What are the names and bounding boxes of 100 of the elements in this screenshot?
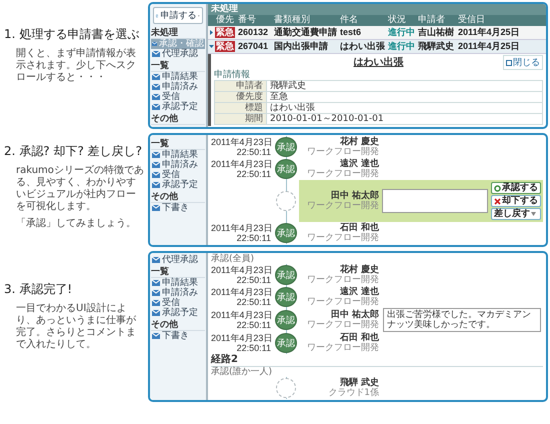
comment-text: 出張ご苦労様でした。マカデミアンナッツ美味しかったです。 <box>383 308 541 332</box>
table-cell-text: test6 <box>339 27 362 38</box>
sidebar-item[interactable]: 受信 <box>151 298 205 308</box>
approver-team: クラウド1係 <box>328 388 379 398</box>
sidebar-heading: 一覧 <box>151 267 205 278</box>
field-value: 飛騨武史 <box>266 80 542 92</box>
table-cell-text: はわい出張 <box>339 41 386 52</box>
sidebar-item[interactable]: 下書き <box>151 331 205 341</box>
table-cell-text: 2011年4月25日 <box>457 27 521 38</box>
comment-field[interactable] <box>382 189 488 213</box>
approver-team: ワークフロー開発 <box>307 233 379 243</box>
section-label: 申請情報 <box>214 70 251 80</box>
approver-team: ワークフロー開発 <box>307 169 379 179</box>
mail-icon <box>152 84 160 90</box>
reject-button[interactable]: 却下する <box>491 195 541 207</box>
field-label: 期間 <box>214 114 266 124</box>
column-header: 優先 <box>215 15 235 26</box>
sidebar-item[interactable]: 代理承認 <box>151 255 205 265</box>
column-header: 番号 <box>237 15 257 26</box>
sidebar-item[interactable]: 申請済み <box>151 288 205 298</box>
priority-badge: 緊急 <box>215 41 235 52</box>
table-cell-text: 進行中 <box>387 27 416 38</box>
mail-icon <box>152 333 160 339</box>
sidebar-item[interactable]: 承認予定 <box>151 180 205 190</box>
sidebar-heading: その他 <box>151 114 205 125</box>
return-button[interactable]: 差し戻す <box>491 208 541 220</box>
field-label: 標題 <box>214 102 266 114</box>
sidebar-heading: その他 <box>151 320 205 331</box>
table-cell-text: 通勤交通費申請 <box>273 27 338 38</box>
mail-icon <box>152 172 160 178</box>
sidebar-item[interactable]: 受信 <box>151 170 205 180</box>
mail-icon <box>152 152 160 158</box>
mail-icon <box>152 94 160 100</box>
approver-name: 遠沢 達也 <box>340 287 379 297</box>
sidebar-item[interactable]: 申請済み <box>151 82 205 92</box>
table-cell-text: 吉山祐樹 <box>417 27 455 38</box>
sidebar-item[interactable]: 下書き <box>151 203 205 213</box>
approve-button[interactable]: 承認する <box>491 182 541 194</box>
sidebar-item[interactable]: 申請結果 <box>151 72 205 82</box>
step-description: 開くと、まず申請情報が表示されます。少し下へスクロールすると・・・ <box>15 48 137 84</box>
mail-icon <box>152 162 160 168</box>
circle-icon <box>494 184 501 192</box>
pending-circle <box>276 191 296 211</box>
table-row[interactable]: 緊急 267041 国内出張申請 はわい出張 進行中 飛騨武史 2011年4月25日 <box>208 40 546 54</box>
pending-circle <box>276 378 296 398</box>
field-label: 申請者 <box>214 80 266 92</box>
column-header: 受信日 <box>457 15 486 26</box>
approval-stamp: 承認 <box>275 159 297 179</box>
apply-button[interactable]: 申請する <box>153 7 203 24</box>
approver-team: ワークフロー開発 <box>307 147 379 157</box>
table-row[interactable]: 緊急 260132 通勤交通費申請 test6 進行中 吉山祐樹 2011年4月25日 <box>208 26 546 40</box>
approver-name: 田中 祐太郎 <box>330 191 379 201</box>
mail-icon <box>152 104 160 110</box>
field-value: はわい出張 <box>266 102 542 114</box>
approver-team: ワークフロー開発 <box>307 320 379 330</box>
mail-icon <box>152 300 160 306</box>
approver-name: 石田 和也 <box>340 333 379 343</box>
sidebar-item[interactable]: 申請結果 <box>151 150 205 160</box>
approval-date: 2011年4月23日 22:50:11 <box>211 159 273 179</box>
mail-icon <box>152 74 160 80</box>
approver-team: ワークフロー開発 <box>307 275 379 285</box>
approval-stamp: 承認 <box>275 137 297 157</box>
column-header: 状況 <box>387 15 407 26</box>
column-header: 件名 <box>339 15 359 26</box>
approval-date: 2011年4月23日 22:50:11 <box>211 223 273 243</box>
caret-icon <box>531 212 536 216</box>
close-button[interactable]: 閉じる <box>503 55 543 70</box>
approval-stamp: 承認 <box>275 333 297 353</box>
approval-stamp: 承認 <box>275 310 297 330</box>
approver-team: ワークフロー開発 <box>307 343 379 353</box>
approval-stamp: 承認 <box>275 223 297 243</box>
sidebar-item[interactable]: 受信 <box>151 92 205 102</box>
approval-stamp: 承認 <box>275 265 297 285</box>
table-cell-text: 飛騨武史 <box>417 41 455 52</box>
approver-name: 飛騨 武史 <box>340 378 379 388</box>
step-description: rakumoシリーズの特徴である、見やすく、わかりやすいビジュアルが社内フローを可視化します。 <box>15 165 144 213</box>
table-cell-text: 2011年4月25日 <box>457 41 521 52</box>
sidebar-heading: 一覧 <box>151 61 205 72</box>
mail-icon <box>152 280 160 286</box>
sidebar-item[interactable]: 申請結果 <box>151 278 205 288</box>
mail-icon <box>152 51 160 57</box>
sidebar-item[interactable]: 申請済み <box>151 160 205 170</box>
approval-date: 2011年4月23日 22:50:11 <box>211 310 273 330</box>
step-title: 1. 処理する申請書を選ぶ <box>4 26 140 43</box>
cross-icon <box>494 198 501 204</box>
mail-icon <box>152 257 160 263</box>
route-label: 承認(全員) <box>211 254 256 264</box>
sidebar-item[interactable]: 代理承認 <box>151 49 205 59</box>
approval-date: 2011年4月23日 22:50:11 <box>211 333 273 353</box>
table-cell-text: 国内出張申請 <box>273 41 329 52</box>
approver-name: 花村 慶史 <box>340 265 379 275</box>
document-title: はわい出張 <box>354 56 404 69</box>
column-header: 申請者 <box>417 15 446 26</box>
sidebar-item[interactable]: 承認予定 <box>151 308 205 318</box>
table-cell-text: 進行中 <box>387 41 416 52</box>
approver-name: 花村 慶史 <box>340 137 379 147</box>
mail-icon <box>152 41 157 47</box>
approval-stamp: 承認 <box>275 287 297 307</box>
sidebar-item[interactable]: 承認予定 <box>151 102 205 112</box>
step-description: 一目でわかるUI設計により、あっというまに仕事が完了。さらりとコメントまで入れたりして。 <box>15 303 137 351</box>
